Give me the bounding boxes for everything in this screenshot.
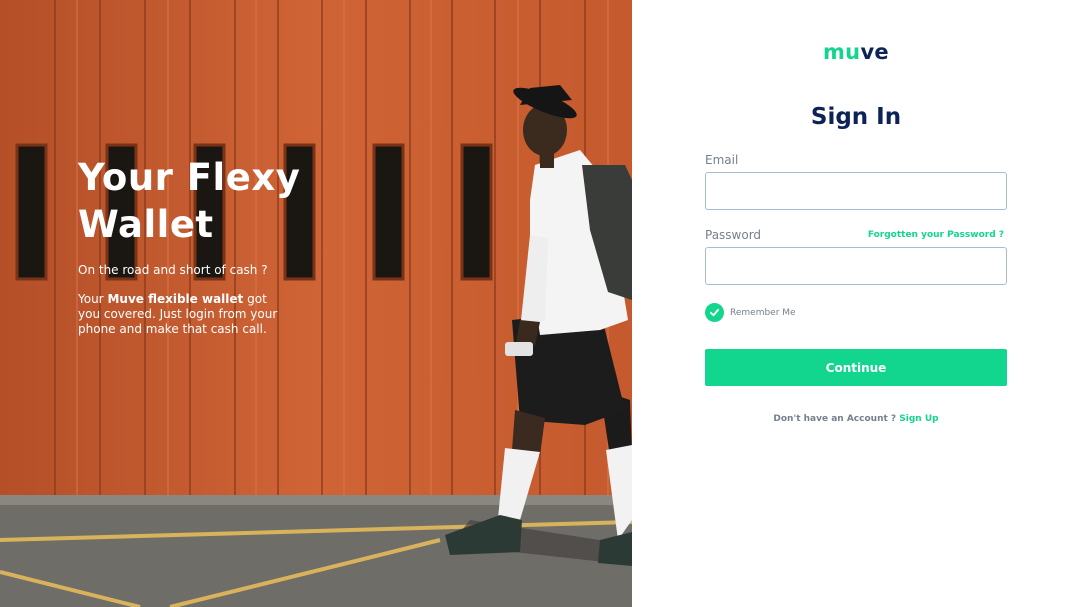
sign-in-panel: muve Sign In Email Password Forgotten yo… (632, 0, 1080, 607)
continue-button[interactable]: Continue (705, 349, 1007, 386)
checkmark-icon (709, 308, 720, 317)
password-label: Password (705, 228, 762, 242)
hero-title: Your Flexy Wallet (78, 154, 338, 248)
email-field[interactable] (705, 172, 1007, 210)
email-label: Email (705, 153, 739, 167)
remember-me-row: Remember Me (705, 303, 796, 322)
password-field[interactable] (705, 247, 1007, 285)
hero-title-line2: Wallet (78, 203, 214, 246)
sign-up-link[interactable]: Sign Up (899, 414, 938, 424)
remember-me-label: Remember Me (730, 307, 796, 318)
hero-tagline: On the road and short of cash ? (78, 263, 268, 277)
page-title: Sign In (810, 104, 902, 130)
logo-part2: ve (860, 40, 889, 64)
hero-description: Your Muve flexible wallet got you covere… (78, 292, 278, 337)
hero-desc-prefix: Your (78, 292, 104, 306)
logo-part1: mu (823, 40, 861, 64)
hero-panel: Your Flexy Wallet On the road and short … (0, 0, 632, 607)
no-account-text: Don't have an Account ? (773, 414, 897, 424)
muve-logo: muve (632, 40, 1080, 64)
forgot-password-link[interactable]: Forgotten your Password ? (868, 230, 1004, 240)
hero-copy: Your Flexy Wallet On the road and short … (78, 154, 338, 337)
signup-prompt: Don't have an Account ? Sign Up (632, 414, 1080, 424)
hero-desc-bold: Muve flexible wallet (107, 292, 244, 306)
hero-title-line1: Your Flexy (78, 156, 301, 199)
remember-me-checkbox[interactable] (705, 303, 724, 322)
